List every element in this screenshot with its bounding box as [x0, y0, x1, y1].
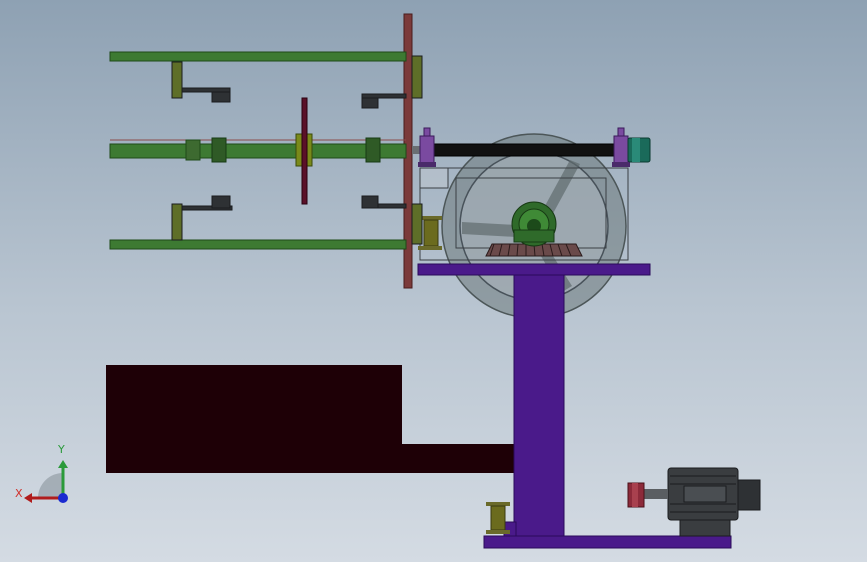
electric-motor[interactable]: [644, 467, 761, 537]
y-axis-head: [58, 460, 68, 468]
coupling[interactable]: [627, 482, 645, 508]
assembly-model[interactable]: [0, 0, 867, 562]
transfer-shaft[interactable]: [412, 143, 619, 157]
z-axis-dot: [58, 493, 68, 503]
x-axis-head: [24, 493, 32, 503]
dark-block[interactable]: [106, 365, 514, 473]
triad-x-label: X: [15, 487, 23, 500]
triad-plane: [38, 473, 63, 498]
triad-y-label: Y: [58, 443, 65, 456]
orientation-triad: [24, 460, 68, 503]
bearing-left[interactable]: [418, 127, 436, 167]
end-pulley[interactable]: [627, 137, 651, 163]
conveyor-frame[interactable]: [109, 51, 407, 250]
base-plate[interactable]: [483, 535, 732, 549]
support-column[interactable]: [417, 263, 651, 539]
cad-viewport[interactable]: X Y: [0, 0, 867, 562]
bearing-right[interactable]: [612, 127, 630, 167]
vertical-rod[interactable]: [301, 97, 308, 205]
